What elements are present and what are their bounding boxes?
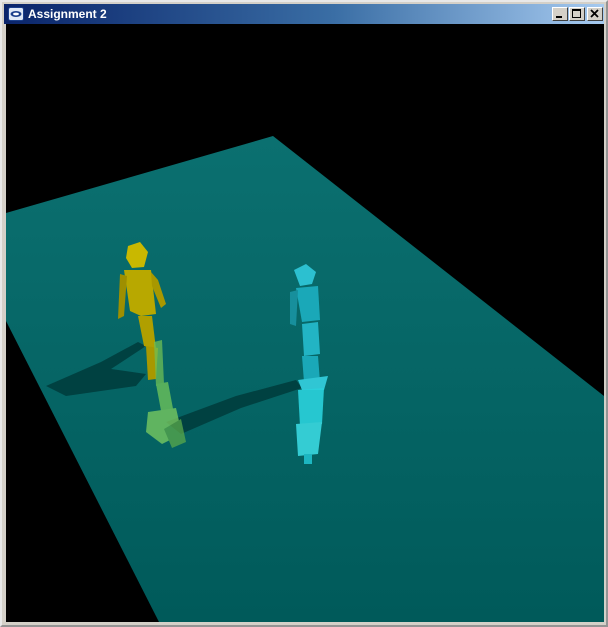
title-bar[interactable]: Assignment 2 (4, 4, 604, 24)
app-window: Assignment 2 (0, 0, 608, 627)
close-button[interactable] (587, 7, 603, 21)
minimize-icon (556, 16, 562, 18)
cyan-figure-upper-leg (302, 322, 320, 356)
maximize-icon (572, 9, 581, 18)
maximize-button[interactable] (569, 7, 585, 21)
minimize-button[interactable] (552, 7, 568, 21)
close-icon (590, 9, 599, 18)
scene-svg (6, 24, 604, 622)
window-title: Assignment 2 (28, 7, 107, 21)
render-viewport[interactable] (6, 24, 604, 622)
app-icon (8, 7, 24, 21)
